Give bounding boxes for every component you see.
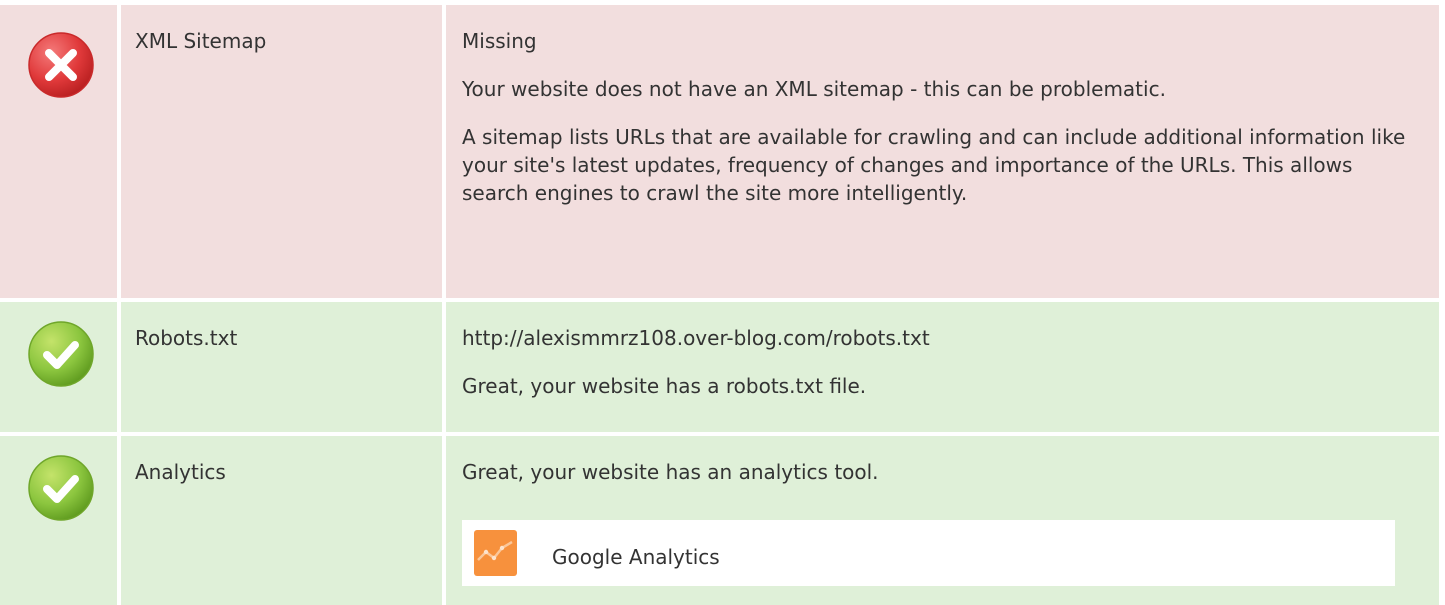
check-name: Robots.txt (135, 326, 238, 350)
table-row-robots-txt: Robots.txt http://alexismmrz108.over-blo… (0, 302, 1445, 432)
check-detail-cell: Missing Your website does not have an XM… (446, 5, 1439, 298)
check-name-cell: Robots.txt (121, 302, 442, 432)
robots-url: http://alexismmrz108.over-blog.com/robot… (462, 326, 930, 350)
check-message: Great, your website has a robots.txt fil… (462, 374, 867, 398)
check-explanation: A sitemap lists URLs that are available … (462, 125, 1406, 205)
check-name: Analytics (135, 460, 226, 484)
status-cell (0, 302, 117, 432)
check-message: Your website does not have an XML sitema… (462, 77, 1166, 101)
check-detail-cell: Great, your website has an analytics too… (446, 436, 1439, 605)
analytics-tool-name: Google Analytics (552, 545, 720, 569)
check-detail-cell: http://alexismmrz108.over-blog.com/robot… (446, 302, 1439, 432)
status-cell (0, 436, 117, 605)
check-name-cell: XML Sitemap (121, 5, 442, 298)
checkmark-icon (28, 321, 94, 387)
checkmark-icon (28, 455, 94, 521)
check-message: Great, your website has an analytics too… (462, 460, 879, 484)
check-value: Missing (462, 29, 537, 53)
table-row-xml-sitemap: XML Sitemap Missing Your website does no… (0, 5, 1445, 298)
google-analytics-icon (474, 530, 517, 576)
check-name: XML Sitemap (135, 29, 267, 53)
analytics-tool-item: Google Analytics (462, 520, 1395, 586)
table-row-analytics: Analytics Great, your website has an ana… (0, 436, 1445, 605)
error-icon (28, 32, 94, 98)
status-cell (0, 5, 117, 298)
check-name-cell: Analytics (121, 436, 442, 605)
